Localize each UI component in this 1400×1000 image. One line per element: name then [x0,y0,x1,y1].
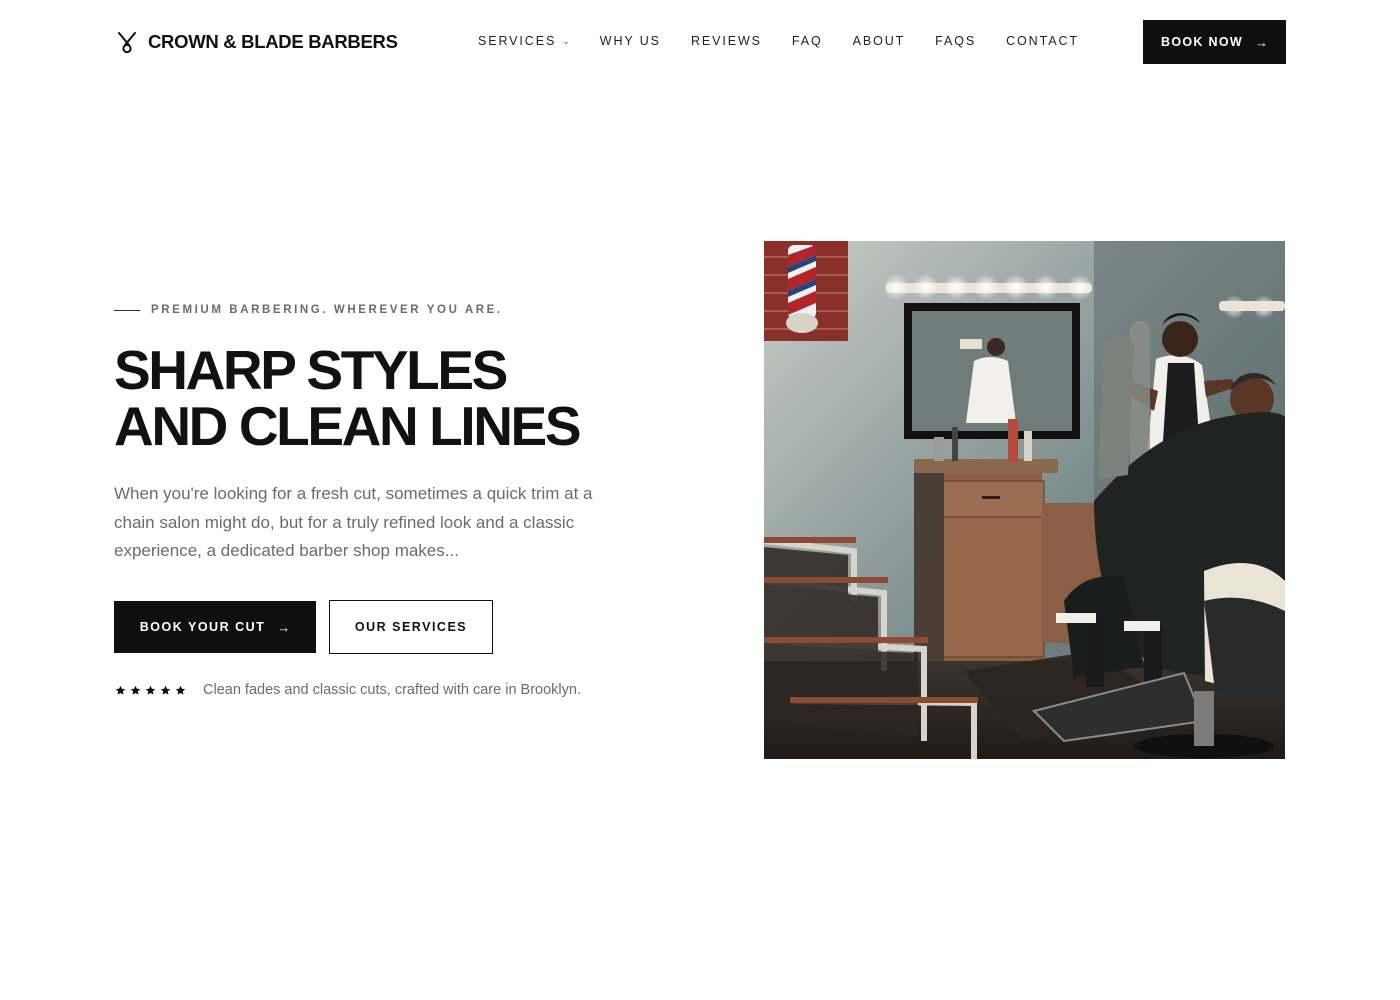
nav-item-why-us[interactable]: WHY US [600,34,661,48]
book-now-button[interactable]: BOOK NOW → [1143,20,1286,64]
nav-item-services[interactable]: SERVICES ⌄ [478,34,570,48]
nav-item-label: WHY US [599,34,661,48]
main-nav: SERVICES ⌄ WHY US REVIEWS FAQ ABOUT FAQS… [478,34,1109,48]
scissors-icon [116,30,138,54]
nav-item-faq[interactable]: FAQ [792,34,823,48]
nav-item-faqs[interactable]: FAQS [935,34,976,48]
headline-line-1: SHARP STYLES [114,339,508,401]
star-icon [175,685,186,695]
nav-item-label: FAQ [791,34,823,48]
hero-description: When you're looking for a fresh cut, som… [114,484,593,560]
rating-row: Clean fades and classic cuts, crafted wi… [115,682,581,698]
nav-item-label: ABOUT [852,34,906,48]
hero-headline: SHARP STYLES AND CLEAN LINES [114,339,582,457]
eyebrow-divider [114,309,140,311]
brand-name: CROWN & BLADE BARBERS [148,31,398,52]
book-your-cut-button[interactable]: BOOK YOUR CUT → [114,601,316,653]
nav-item-label: FAQS [935,34,977,48]
our-services-label: OUR SERVICES [354,620,468,634]
star-icon [160,685,171,695]
nav-item-label: REVIEWS [690,34,762,48]
rating-note: Clean fades and classic cuts, crafted wi… [203,682,581,698]
star-rating [115,685,190,696]
hero-eyebrow: PREMIUM BARBERING. WHEREVER YOU ARE. [114,304,503,316]
nav-item-label: CONTACT [1006,34,1079,48]
star-icon [115,685,126,695]
brand-logo-link[interactable]: CROWN & BLADE BARBERS [116,30,398,54]
nav-item-about[interactable]: ABOUT [853,34,906,48]
nav-item-contact[interactable]: CONTACT [1006,34,1079,48]
our-services-button[interactable]: OUR SERVICES [329,600,493,654]
headline-line-2: AND CLEAN LINES [114,395,582,457]
star-icon [130,685,141,695]
chevron-down-icon: ⌄ [562,35,570,46]
book-now-label: BOOK NOW [1161,35,1243,49]
site-header: CROWN & BLADE BARBERS SERVICES ⌄ WHY US … [0,0,1400,84]
hero-image-barbershop [764,241,1285,759]
star-icon [145,685,156,695]
book-your-cut-label: BOOK YOUR CUT [139,620,266,634]
arrow-right-icon: → [1254,34,1268,50]
nav-item-reviews[interactable]: REVIEWS [691,34,762,48]
nav-item-label: SERVICES [478,34,557,48]
eyebrow-text: PREMIUM BARBERING. WHEREVER YOU ARE. [151,304,503,316]
arrow-right-icon: → [277,619,291,635]
